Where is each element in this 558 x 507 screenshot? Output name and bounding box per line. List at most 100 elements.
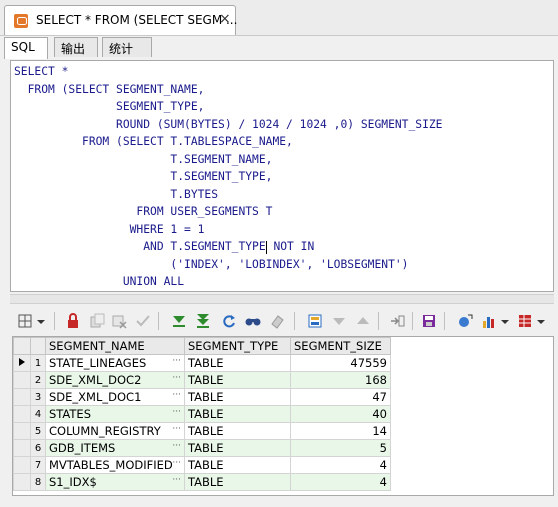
sql-line: ROUND (SUM(BYTES) / 1024 / 1024 ,0) SEGM… bbox=[14, 117, 443, 131]
query-builder-icon[interactable] bbox=[456, 312, 474, 330]
save-icon[interactable] bbox=[420, 312, 438, 330]
table-row[interactable]: 4 ··· STATES TABLE 40 bbox=[13, 405, 391, 423]
cell-editor-button[interactable]: ··· bbox=[172, 424, 181, 434]
cell-editor-button[interactable]: ··· bbox=[172, 356, 181, 366]
grid-icon[interactable] bbox=[516, 312, 534, 330]
cell-text: COLUMN_REGISTRY bbox=[49, 424, 161, 438]
cell-editor-button[interactable]: ··· bbox=[172, 373, 181, 383]
cell-editor-button[interactable]: ··· bbox=[172, 475, 181, 485]
filter-down-icon[interactable] bbox=[330, 312, 348, 330]
check-icon[interactable] bbox=[134, 312, 152, 330]
cell-segment-size[interactable]: 47 bbox=[290, 388, 391, 406]
record-view-icon[interactable] bbox=[306, 312, 324, 330]
cell-segment-type[interactable]: TABLE bbox=[184, 473, 291, 491]
column-header-segment-size[interactable]: SEGMENT_SIZE bbox=[290, 337, 391, 355]
table-row[interactable]: 6 ··· GDB_ITEMS TABLE 5 bbox=[13, 439, 391, 457]
cell-segment-size[interactable]: 5 bbox=[290, 439, 391, 457]
cell-segment-type[interactable]: TABLE bbox=[184, 422, 291, 440]
cell-editor-button[interactable]: ··· bbox=[172, 441, 181, 451]
table-row[interactable]: 3 ··· SDE_XML_DOC1 TABLE 47 bbox=[13, 388, 391, 406]
cell-segment-name[interactable]: ··· S1_IDX$ bbox=[45, 473, 185, 491]
lock-icon[interactable] bbox=[64, 312, 82, 330]
fetch-all-icon[interactable] bbox=[194, 312, 212, 330]
tab-output[interactable]: 输出 bbox=[54, 37, 98, 57]
cell-segment-name[interactable]: ··· STATE_LINEAGES bbox=[45, 354, 185, 372]
sql-line: WHERE 1 = 1 bbox=[14, 222, 205, 236]
filter-up-icon[interactable] bbox=[354, 312, 372, 330]
toolbar-separator bbox=[444, 312, 445, 330]
tab-sql[interactable]: SQL bbox=[4, 37, 48, 59]
table-row[interactable]: 8 ··· S1_IDX$ TABLE 4 bbox=[13, 473, 391, 491]
sql-line-tail: NOT IN bbox=[266, 240, 315, 253]
find-icon[interactable] bbox=[244, 312, 262, 330]
cell-segment-type[interactable]: TABLE bbox=[184, 354, 291, 372]
grid-options-icon[interactable] bbox=[16, 312, 34, 330]
cell-segment-name[interactable]: ··· SDE_XML_DOC1 bbox=[45, 388, 185, 406]
document-tab[interactable]: SELECT * FROM (SELECT SEGM ... × bbox=[4, 5, 237, 35]
cell-segment-size[interactable]: 168 bbox=[290, 371, 391, 389]
table-row[interactable]: 5 ··· COLUMN_REGISTRY TABLE 14 bbox=[13, 422, 391, 440]
sql-line: FROM USER_SEGMENTS T bbox=[14, 205, 273, 218]
table-row[interactable]: 7 ··· MVTABLES_MODIFIED TABLE 4 bbox=[13, 456, 391, 474]
cell-editor-button[interactable]: ··· bbox=[172, 390, 181, 400]
close-icon[interactable]: × bbox=[219, 11, 231, 27]
chart-icon[interactable] bbox=[480, 312, 498, 330]
cell-segment-size[interactable]: 4 bbox=[290, 456, 391, 474]
table-row[interactable]: 2 ··· SDE_XML_DOC2 TABLE 168 bbox=[13, 371, 391, 389]
dropdown-arrow-icon[interactable] bbox=[36, 312, 46, 330]
copy-icon[interactable] bbox=[88, 312, 106, 330]
cell-segment-type[interactable]: TABLE bbox=[184, 439, 291, 457]
toolbar-separator bbox=[158, 312, 159, 330]
fetch-next-icon[interactable] bbox=[170, 312, 188, 330]
cell-segment-name[interactable]: ··· MVTABLES_MODIFIED bbox=[45, 456, 185, 474]
result-grid[interactable]: SEGMENT_NAME SEGMENT_TYPE SEGMENT_SIZE 1… bbox=[12, 336, 554, 496]
sql-line-text: AND T.SEGMENT_TYPE bbox=[14, 240, 266, 253]
toolbar-separator bbox=[294, 312, 295, 330]
cell-text: TABLE bbox=[188, 424, 224, 438]
toolbar-separator bbox=[378, 312, 379, 330]
cell-segment-name[interactable]: ··· SDE_XML_DOC2 bbox=[45, 371, 185, 389]
sql-line: SELECT * bbox=[14, 65, 69, 78]
cell-editor-button[interactable]: ··· bbox=[172, 458, 181, 468]
row-number: 2 bbox=[30, 371, 46, 389]
cell-segment-type[interactable]: TABLE bbox=[184, 405, 291, 423]
header-row: SEGMENT_NAME SEGMENT_TYPE SEGMENT_SIZE bbox=[13, 337, 391, 355]
tab-statistics[interactable]: 统计 bbox=[102, 37, 152, 57]
column-header-segment-name[interactable]: SEGMENT_NAME bbox=[45, 337, 185, 355]
pane-splitter[interactable] bbox=[10, 294, 554, 304]
cell-text: SDE_XML_DOC1 bbox=[49, 390, 142, 404]
cell-text: TABLE bbox=[188, 407, 224, 421]
row-indicator bbox=[13, 371, 31, 389]
cell-segment-name[interactable]: ··· GDB_ITEMS bbox=[45, 439, 185, 457]
cell-segment-size[interactable]: 14 bbox=[290, 422, 391, 440]
cell-segment-type[interactable]: TABLE bbox=[184, 388, 291, 406]
export-icon[interactable] bbox=[388, 312, 406, 330]
eraser-icon[interactable] bbox=[268, 312, 286, 330]
cell-text: TABLE bbox=[188, 475, 224, 489]
toolbar-separator bbox=[54, 312, 55, 330]
cell-text: S1_IDX$ bbox=[49, 475, 97, 489]
cell-text: STATE_LINEAGES bbox=[49, 356, 147, 370]
cell-segment-type[interactable]: TABLE bbox=[184, 371, 291, 389]
cell-segment-type[interactable]: TABLE bbox=[184, 456, 291, 474]
cell-segment-name[interactable]: ··· STATES bbox=[45, 405, 185, 423]
row-number: 7 bbox=[30, 456, 46, 474]
chart-dropdown-arrow-icon[interactable] bbox=[500, 312, 510, 330]
cell-editor-button[interactable]: ··· bbox=[172, 407, 181, 417]
table-row[interactable]: 1 ··· STATE_LINEAGES TABLE 47559 bbox=[13, 354, 391, 372]
cell-segment-size[interactable]: 40 bbox=[290, 405, 391, 423]
sql-editor[interactable]: SELECT * FROM (SELECT SEGMENT_NAME, SEGM… bbox=[10, 60, 554, 292]
cut-icon[interactable] bbox=[110, 312, 128, 330]
sql-line: T.SEGMENT_NAME, bbox=[14, 152, 273, 166]
indicator-header bbox=[13, 337, 31, 355]
document-tab-bar: SELECT * FROM (SELECT SEGM ... × bbox=[0, 0, 558, 36]
rownum-header bbox=[30, 337, 46, 355]
refresh-icon[interactable] bbox=[220, 312, 238, 330]
cell-text: TABLE bbox=[188, 441, 224, 455]
grid-dropdown-arrow-icon[interactable] bbox=[536, 312, 546, 330]
column-header-segment-type[interactable]: SEGMENT_TYPE bbox=[184, 337, 291, 355]
cell-segment-name[interactable]: ··· COLUMN_REGISTRY bbox=[45, 422, 185, 440]
cell-segment-size[interactable]: 4 bbox=[290, 473, 391, 491]
cell-segment-size[interactable]: 47559 bbox=[290, 354, 391, 372]
row-number: 5 bbox=[30, 422, 46, 440]
